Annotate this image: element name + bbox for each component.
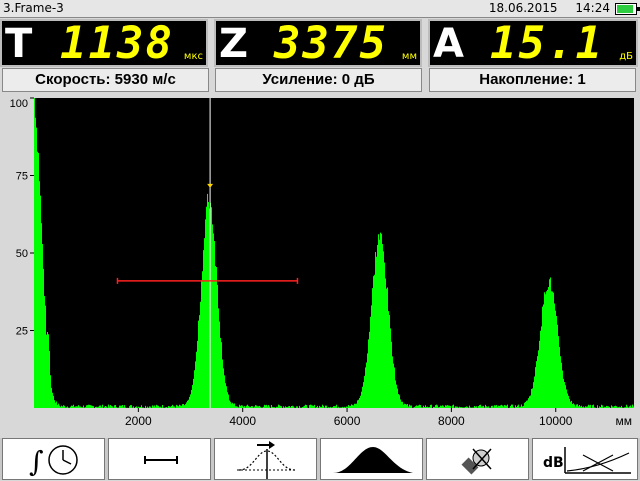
x-tick-label: 8000 [438, 414, 465, 428]
readout-value: 3375 [274, 18, 388, 69]
y-tick-label: 25 [16, 326, 28, 338]
x-tick-label: 10000 [539, 414, 573, 428]
y-tick-label: 75 [16, 171, 28, 183]
battery-icon [615, 3, 640, 15]
readout-letter: A [433, 21, 464, 67]
svg-text:dB: dB [543, 455, 564, 471]
svg-text:∫: ∫ [29, 445, 44, 478]
readout-depth[interactable]: Z 3375 мм [214, 19, 422, 67]
readout-letter: Z [219, 21, 249, 67]
readout-unit: мкс [183, 51, 203, 62]
gate-button[interactable] [108, 438, 211, 480]
date-label: 18.06.2015 [488, 1, 558, 15]
x-tick-label: 6000 [334, 414, 361, 428]
cursor-peak-icon [237, 441, 296, 479]
readout-unit: мм [401, 51, 417, 62]
gain-label[interactable]: Усиление: 0 дБ [215, 68, 422, 92]
x-axis-label: мм [616, 414, 633, 428]
accumulation-label[interactable]: Накопление: 1 [429, 68, 636, 92]
y-tick-label: 50 [16, 248, 28, 260]
a-scan-chart[interactable]: 25 50 75 100 2000 4000 6000 8000 10000 мм [0, 94, 640, 436]
cursor-peak-button[interactable] [214, 438, 317, 480]
readout-unit: дБ [619, 51, 633, 62]
title-bar: 3.Frame-3 18.06.2015 14:24 [0, 0, 640, 18]
integral-clock-icon: ∫ [29, 445, 78, 478]
readout-time[interactable]: T 1138 мкс [0, 19, 208, 67]
dac-curve-button[interactable]: dB [532, 438, 638, 480]
readout-value: 15.1 [490, 18, 604, 69]
x-tick-label: 2000 [125, 414, 152, 428]
file-name: 3.Frame-3 [3, 1, 64, 15]
toolbar: ∫ dB [0, 438, 640, 480]
readout-value: 1138 [60, 18, 174, 69]
speed-label[interactable]: Скорость: 5930 м/с [2, 68, 209, 92]
dac-curve-icon: dB [543, 447, 631, 474]
probe-off-button[interactable] [426, 438, 529, 480]
gate-icon [144, 456, 178, 464]
envelope-button[interactable] [320, 438, 423, 480]
y-tick-label: 100 [10, 98, 28, 110]
probe-off-icon [461, 448, 492, 475]
integral-clock-button[interactable]: ∫ [2, 438, 105, 480]
x-tick-label: 4000 [229, 414, 256, 428]
envelope-icon [333, 447, 413, 473]
readout-letter: T [5, 21, 33, 67]
time-label: 14:24 [575, 1, 610, 15]
readout-amplitude[interactable]: A 15.1 дБ [428, 19, 638, 67]
